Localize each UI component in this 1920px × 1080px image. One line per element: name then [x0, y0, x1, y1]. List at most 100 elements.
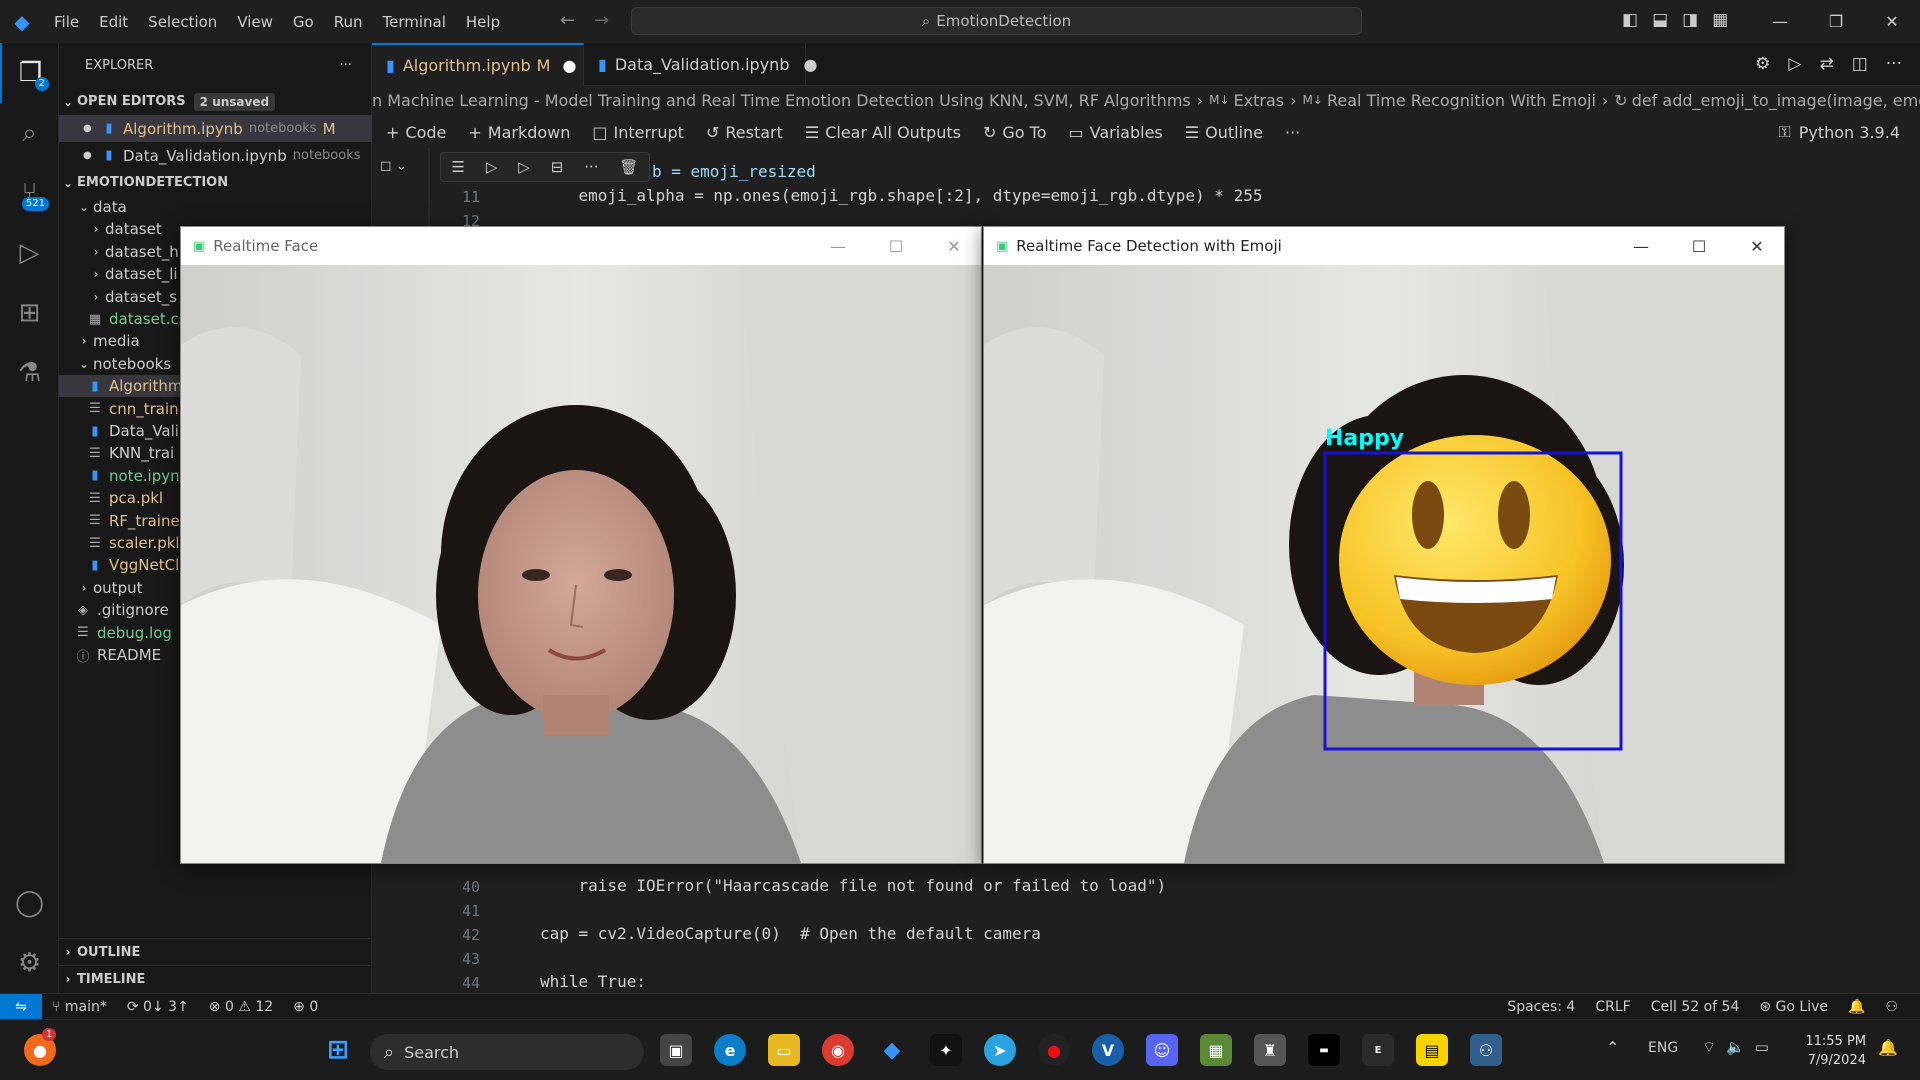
command-center-search[interactable]: ⌕ EmotionDetection	[631, 7, 1362, 35]
code-line[interactable]: cap = cv2.VideoCapture(0) # Open the def…	[540, 924, 1041, 943]
toggle-panel-icon[interactable]: ⬓	[1652, 10, 1668, 30]
open-editors-header[interactable]: ⌄ OPEN EDITORS 2 unsaved	[59, 88, 372, 115]
add-markdown-button[interactable]: + Markdown	[468, 123, 570, 142]
execute-below-icon[interactable]: ▷	[518, 158, 530, 176]
python-icon[interactable]: ⚇	[1470, 1034, 1502, 1066]
accounts-icon[interactable]: ◯	[0, 873, 59, 933]
minimize-button[interactable]: —	[1612, 227, 1670, 265]
file-explorer-icon[interactable]: ▭	[768, 1034, 800, 1066]
problems-indicator[interactable]: ⊗ 0 ⚠ 12	[209, 999, 273, 1015]
minimize-button[interactable]: —	[1752, 0, 1808, 43]
variables-button[interactable]: ▭ Variables	[1069, 123, 1163, 142]
settings-gear-icon[interactable]: ⚙	[1755, 54, 1770, 74]
extensions-icon[interactable]: ⊞	[0, 283, 59, 343]
notifications-bell-icon[interactable]: 🔔	[1848, 999, 1865, 1015]
windows-start-icon[interactable]: ⊞	[322, 1034, 354, 1066]
menu-go[interactable]: Go	[283, 13, 324, 31]
telegram-icon[interactable]: ➤	[984, 1034, 1016, 1066]
close-button[interactable]: ✕	[925, 227, 983, 265]
window-titlebar[interactable]: ▣ Realtime Face Detection with Emoji — ☐…	[984, 227, 1784, 265]
customize-layout-icon[interactable]: ▦	[1712, 10, 1728, 30]
edge-icon[interactable]: e	[714, 1034, 746, 1066]
restore-button[interactable]: ❐	[1808, 0, 1864, 43]
settings-gear-icon[interactable]: ⚙	[0, 933, 59, 993]
ports-indicator[interactable]: ⊕ 0	[293, 999, 318, 1015]
volume-icon[interactable]: 🔈	[1726, 1038, 1745, 1057]
language-indicator[interactable]: ENG	[1648, 1040, 1678, 1056]
tab-algorithm[interactable]: ▮ Algorithm.ipynb M ●	[372, 43, 584, 86]
game-launcher-icon[interactable]: ▬	[1308, 1034, 1340, 1066]
vscode-icon[interactable]: ◆	[876, 1034, 908, 1066]
delete-cell-icon[interactable]: 🗑	[619, 158, 638, 176]
clock[interactable]: 11:55 PM 7/9/2024	[1802, 1032, 1866, 1070]
battery-icon[interactable]: ▭	[1755, 1038, 1769, 1057]
remote-indicator-icon[interactable]: ⇋	[0, 993, 42, 1020]
menu-help[interactable]: Help	[456, 13, 510, 31]
v-app-icon[interactable]: V	[1092, 1034, 1124, 1066]
tree-item[interactable]: ⌄ data	[59, 196, 372, 218]
discord-icon[interactable]: ☺	[1146, 1034, 1178, 1066]
breadcrumb-section[interactable]: Real Time Recognition With Emoji	[1327, 91, 1596, 110]
close-button[interactable]: ✕	[1864, 0, 1920, 43]
more-actions-icon[interactable]: ···	[340, 58, 352, 73]
more-actions-icon[interactable]: ···	[584, 158, 598, 176]
wifi-icon[interactable]: ⌔	[1702, 1038, 1716, 1057]
more-actions-icon[interactable]: ···	[1886, 54, 1902, 74]
code-line[interactable]: emoji_alpha = np.ones(emoji_rgb.shape[:2…	[540, 186, 1263, 205]
menu-selection[interactable]: Selection	[138, 13, 227, 31]
outline-button[interactable]: ☰ Outline	[1185, 123, 1263, 142]
maximize-button[interactable]: ☐	[867, 227, 925, 265]
breadcrumb-notebook[interactable]: n Machine Learning - Model Training and …	[372, 91, 1191, 110]
code-line[interactable]: while True:	[540, 972, 646, 991]
toggle-secondary-sidebar-icon[interactable]: ◨	[1682, 10, 1698, 30]
testing-icon[interactable]: ⚗	[0, 343, 59, 403]
breadcrumb-extras[interactable]: Extras	[1234, 91, 1285, 110]
eol-indicator[interactable]: CRLF	[1595, 999, 1630, 1015]
indentation-indicator[interactable]: Spaces: 4	[1507, 999, 1575, 1015]
forward-arrow-icon[interactable]: →	[594, 10, 609, 31]
toggle-sidebar-icon[interactable]: ◧	[1622, 10, 1638, 30]
execute-above-icon[interactable]: ▷	[486, 158, 498, 176]
restart-button[interactable]: ↺ Restart	[706, 123, 783, 142]
menu-terminal[interactable]: Terminal	[373, 13, 456, 31]
run-by-line-icon[interactable]: ☰	[451, 158, 464, 176]
chrome-icon[interactable]: ◉	[822, 1034, 854, 1066]
goto-button[interactable]: ↻ Go To	[983, 123, 1047, 142]
code-line[interactable]: raise IOError("Haarcascade file not foun…	[540, 876, 1167, 895]
run-debug-icon[interactable]: ▷	[0, 223, 59, 283]
taskbar-search[interactable]: ⌕ Search	[370, 1034, 644, 1070]
menu-file[interactable]: File	[44, 13, 89, 31]
sync-indicator[interactable]: ⟳ 0↓ 3↑	[127, 999, 189, 1015]
unsaved-dot-icon[interactable]: ●	[83, 123, 101, 134]
cell-select-control[interactable]: ◻ ⌄	[380, 158, 420, 174]
menu-run[interactable]: Run	[324, 13, 373, 31]
go-live-button[interactable]: ⊛ Go Live	[1759, 999, 1828, 1015]
unsaved-dot-icon[interactable]: ●	[83, 150, 101, 161]
outline-header[interactable]: › OUTLINE	[59, 938, 372, 965]
source-control-icon[interactable]: ⑂ 521	[0, 163, 59, 223]
open-editor-item[interactable]: ● ▮ Algorithm.ipynb notebooks M	[59, 115, 372, 142]
timeline-header[interactable]: › TIMELINE	[59, 965, 372, 992]
minimize-button[interactable]: —	[809, 227, 867, 265]
clear-outputs-button[interactable]: ☰ Clear All Outputs	[805, 123, 961, 142]
cell-indicator[interactable]: Cell 52 of 54	[1651, 999, 1740, 1015]
copilot-icon[interactable]: ⚇	[1885, 999, 1898, 1015]
maximize-button[interactable]: ☐	[1670, 227, 1728, 265]
back-arrow-icon[interactable]: ←	[560, 10, 575, 31]
more-actions-icon[interactable]: ···	[1285, 123, 1300, 142]
minecraft-icon[interactable]: ▦	[1200, 1034, 1232, 1066]
window-titlebar[interactable]: ▣ Realtime Face — ☐ ✕	[181, 227, 981, 265]
compare-icon[interactable]: ⇄	[1819, 54, 1833, 74]
game-icon[interactable]: ♜	[1254, 1034, 1286, 1066]
task-view-icon[interactable]: ▣	[660, 1034, 692, 1066]
split-cell-icon[interactable]: ⊟	[551, 158, 564, 176]
explorer-icon[interactable]: ❐ 2	[0, 43, 59, 103]
epic-games-icon[interactable]: E	[1362, 1034, 1394, 1066]
add-code-button[interactable]: + Code	[386, 123, 446, 142]
unsaved-dot-icon[interactable]: ●	[562, 56, 576, 75]
breadcrumb-function[interactable]: def add_emoji_to_image(image, emoji_img,…	[1632, 91, 1920, 110]
open-editor-item[interactable]: ● ▮ Data_Validation.ipynb notebooks	[59, 142, 372, 169]
tab-data-validation[interactable]: ▮ Data_Validation.ipynb ●	[584, 43, 817, 86]
chevron-up-icon[interactable]: ⌃	[1606, 1038, 1619, 1057]
figma-icon[interactable]: ✦	[930, 1034, 962, 1066]
